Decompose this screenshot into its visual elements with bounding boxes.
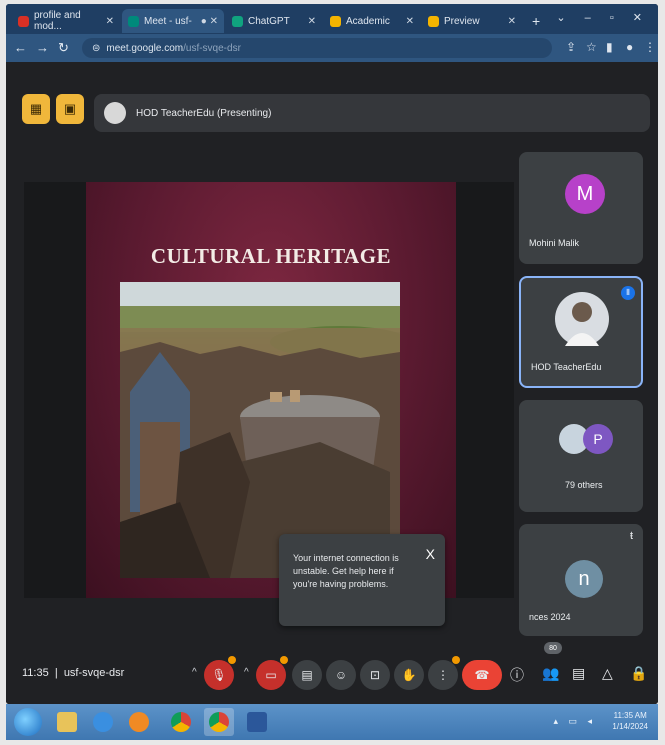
others-count: 79 others xyxy=(565,480,603,490)
clock-time: 11:35 AM xyxy=(613,711,647,720)
participant-avatar: n xyxy=(565,560,603,598)
chrome-icon[interactable] xyxy=(204,708,234,736)
participant-avatar: P xyxy=(583,424,613,454)
participant-avatar: M xyxy=(565,174,605,214)
microphone-button[interactable]: 🎙 xyxy=(204,660,234,690)
close-icon[interactable]: ✕ xyxy=(308,16,316,27)
tab-preview[interactable]: Preview ✕ xyxy=(422,9,522,33)
window-controls[interactable]: ⌄ – ▫ ✕ xyxy=(556,11,650,24)
pin-icon[interactable]: ŧ xyxy=(630,530,633,542)
chevron-up-icon[interactable]: ^ xyxy=(192,667,197,678)
participant-tile-others[interactable]: P 79 others xyxy=(519,400,643,512)
media-player-icon[interactable] xyxy=(124,708,154,736)
participant-name: nces 2024 xyxy=(529,612,571,622)
file-explorer-icon[interactable] xyxy=(52,708,82,736)
participant-tile[interactable]: M Mohini Malik xyxy=(519,152,643,264)
tab-label: Preview xyxy=(444,15,480,27)
forward-icon[interactable]: → xyxy=(36,40,49,55)
people-icon[interactable]: 👥 xyxy=(542,665,559,682)
toast-close-button[interactable]: X xyxy=(426,546,435,562)
camera-button[interactable]: ▭ xyxy=(256,660,286,690)
tab-label: Academic xyxy=(346,15,390,27)
meeting-code: usf-svqe-dsr xyxy=(63,667,125,679)
word-icon[interactable] xyxy=(242,708,272,736)
doc-icon xyxy=(428,15,439,27)
site-info-icon[interactable]: ⊜ xyxy=(92,43,100,54)
participant-tile-active[interactable]: ⦀ HOD TeacherEdu xyxy=(519,276,643,388)
tab-chatgpt[interactable]: ChatGPT ✕ xyxy=(226,9,322,33)
system-tray[interactable]: ▴ ▭ ◂ xyxy=(553,716,596,727)
tab-meet[interactable]: Meet - usf- ● ✕ xyxy=(122,9,224,33)
tab-label: ChatGPT xyxy=(248,15,290,27)
url-host: meet.google.com xyxy=(106,42,184,54)
chevron-up-icon[interactable]: ^ xyxy=(244,667,249,678)
participant-name: Mohini Malik xyxy=(529,238,580,248)
present-icon[interactable]: ▣ xyxy=(56,94,84,124)
address-bar: ← → ↻ ⊜ meet.google.com/usf-svqe-dsr ⇪ ☆… xyxy=(6,34,658,62)
chrome-icon[interactable] xyxy=(166,708,196,736)
leave-call-button[interactable]: ☎ xyxy=(462,660,502,690)
url-field[interactable]: ⊜ meet.google.com/usf-svqe-dsr xyxy=(82,38,552,58)
start-button[interactable] xyxy=(14,708,42,736)
meeting-info: 11:35 | usf-svqe-dsr xyxy=(22,667,125,679)
control-bar: 11:35 | usf-svqe-dsr ^ 🎙 ^ ▭ ▤ ☺ ⊡ ✋ ⋮ ☎… xyxy=(6,642,658,704)
profile-avatar[interactable]: ● xyxy=(626,40,633,54)
bookmark-star-icon[interactable]: ☆ xyxy=(586,40,597,54)
clock-time: 11:35 xyxy=(22,667,49,679)
participant-tile[interactable]: n ŧ nces 2024 xyxy=(519,524,643,636)
host-controls-icon[interactable]: 🔒 xyxy=(630,665,647,682)
participant-avatar xyxy=(555,292,609,346)
presenting-bar[interactable]: HOD TeacherEdu (Presenting) xyxy=(94,94,650,132)
tab-label: profile and mod... xyxy=(34,10,81,32)
people-count-badge: 80 xyxy=(544,642,562,654)
meet-icon xyxy=(128,15,139,27)
gmail-icon xyxy=(18,15,29,27)
slide-title: CULTURAL HERITAGE xyxy=(150,244,392,268)
presenter-avatar xyxy=(104,102,126,124)
share-icon[interactable]: ⇪ xyxy=(566,40,576,54)
alert-dot xyxy=(228,656,236,664)
close-icon[interactable]: ● ✕ xyxy=(201,16,218,27)
raise-hand-button[interactable]: ✋ xyxy=(394,660,424,690)
close-icon[interactable]: ✕ xyxy=(106,16,114,27)
emoji-button[interactable]: ☺ xyxy=(326,660,356,690)
activities-icon[interactable]: ▦ xyxy=(22,94,50,124)
connection-toast: Your internet connection is unstable. Ge… xyxy=(279,534,445,626)
doc-icon xyxy=(330,15,341,27)
info-icon[interactable]: ⓘ xyxy=(510,665,524,685)
chat-icon[interactable]: ▤ xyxy=(572,665,585,682)
close-icon[interactable]: ✕ xyxy=(508,16,516,27)
taskbar-clock[interactable]: 11:35 AM 1/14/2024 xyxy=(612,710,648,732)
reload-icon[interactable]: ↻ xyxy=(58,40,69,56)
participant-name: HOD TeacherEdu xyxy=(531,362,602,372)
speaking-icon: ⦀ xyxy=(621,286,635,300)
alert-dot xyxy=(280,656,288,664)
chatgpt-icon xyxy=(232,15,243,27)
alert-dot xyxy=(452,656,460,664)
close-icon[interactable]: ✕ xyxy=(406,16,414,27)
meet-view: ▦ ▣ HOD TeacherEdu (Presenting) CULTURAL… xyxy=(6,62,658,704)
back-icon[interactable]: ← xyxy=(14,40,27,55)
menu-icon[interactable]: ⋮ xyxy=(644,40,656,54)
toast-message[interactable]: Your internet connection is unstable. Ge… xyxy=(293,552,413,591)
tab-gmail[interactable]: profile and mod... ✕ xyxy=(12,9,120,33)
tab-academic[interactable]: Academic ✕ xyxy=(324,9,420,33)
internet-explorer-icon[interactable] xyxy=(88,708,118,736)
captions-button[interactable]: ▤ xyxy=(292,660,322,690)
new-tab-button[interactable]: + xyxy=(526,9,550,33)
clock-date: 1/14/2024 xyxy=(612,722,648,731)
activities-icon[interactable]: △ xyxy=(602,665,613,682)
browser-window: profile and mod... ✕ Meet - usf- ● ✕ Cha… xyxy=(6,4,658,704)
presenter-label: HOD TeacherEdu (Presenting) xyxy=(136,107,272,119)
taskbar: ▴ ▭ ◂ 11:35 AM 1/14/2024 xyxy=(6,704,658,740)
sidepanel-icon[interactable]: ▮ xyxy=(606,40,613,54)
tab-strip: profile and mod... ✕ Meet - usf- ● ✕ Cha… xyxy=(6,4,658,34)
url-path: /usf-svqe-dsr xyxy=(183,42,241,54)
present-button[interactable]: ⊡ xyxy=(360,660,390,690)
tab-label: Meet - usf- xyxy=(144,15,192,27)
more-options-button[interactable]: ⋮ xyxy=(428,660,458,690)
